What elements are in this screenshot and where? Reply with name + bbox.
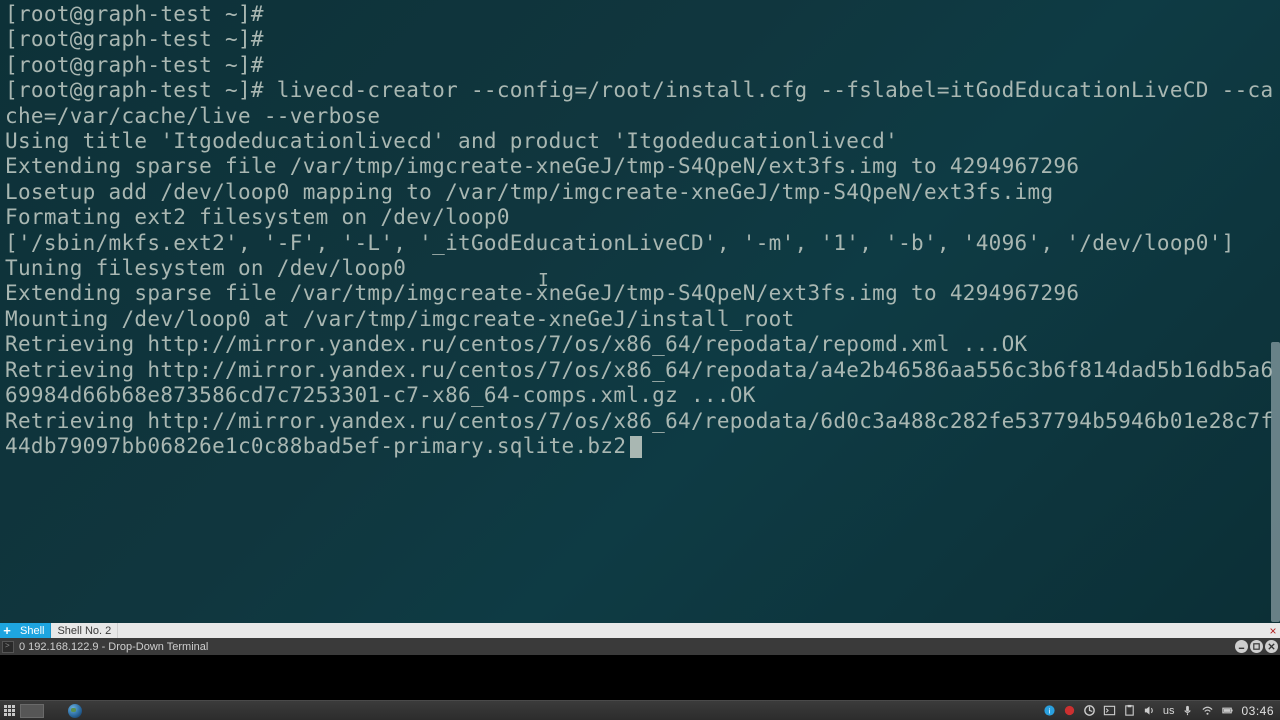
task-button[interactable]	[20, 704, 44, 718]
window-maximize-button[interactable]	[1250, 640, 1263, 653]
clipboard-tray-icon[interactable]	[1123, 704, 1136, 717]
window-close-button[interactable]	[1265, 640, 1278, 653]
close-tab-button[interactable]: ×	[1266, 623, 1280, 638]
window-title: 0 192.168.122.9 - Drop-Down Terminal	[19, 641, 208, 653]
window-minimize-button[interactable]	[1235, 640, 1248, 653]
terminal-scrollbar[interactable]	[1271, 0, 1280, 623]
clock[interactable]: 03:46	[1241, 704, 1274, 718]
desktop-background	[0, 655, 1280, 700]
tab-strip: + Shell Shell No. 2 ×	[0, 623, 1280, 638]
tab-shell-2[interactable]: Shell No. 2	[51, 623, 118, 638]
keyboard-layout-indicator[interactable]: us	[1163, 705, 1175, 717]
battery-icon[interactable]	[1221, 704, 1234, 717]
terminal-app-icon	[2, 641, 14, 653]
volume-icon[interactable]	[1143, 704, 1156, 717]
window-titlebar: 0 192.168.122.9 - Drop-Down Terminal	[0, 638, 1280, 655]
info-indicator-icon[interactable]: i	[1043, 704, 1056, 717]
tab-shell-1[interactable]: Shell	[14, 623, 51, 638]
taskbar-panel: i us 03:46	[0, 700, 1280, 720]
browser-launcher-icon[interactable]	[68, 704, 82, 718]
terminal-block-cursor	[630, 436, 642, 458]
terminal-tray-icon[interactable]	[1103, 704, 1116, 717]
update-indicator-icon[interactable]	[1083, 704, 1096, 717]
record-indicator-icon[interactable]	[1063, 704, 1076, 717]
application-launcher-icon[interactable]	[3, 704, 17, 718]
microphone-icon[interactable]	[1181, 704, 1194, 717]
new-tab-button[interactable]: +	[0, 623, 14, 638]
wifi-icon[interactable]	[1201, 704, 1214, 717]
scroll-thumb[interactable]	[1271, 342, 1280, 622]
terminal-output[interactable]: [root@graph-test ~]# [root@graph-test ~]…	[0, 0, 1280, 459]
terminal-viewport[interactable]: [root@graph-test ~]# [root@graph-test ~]…	[0, 0, 1280, 623]
system-tray: i us 03:46	[1043, 704, 1280, 718]
